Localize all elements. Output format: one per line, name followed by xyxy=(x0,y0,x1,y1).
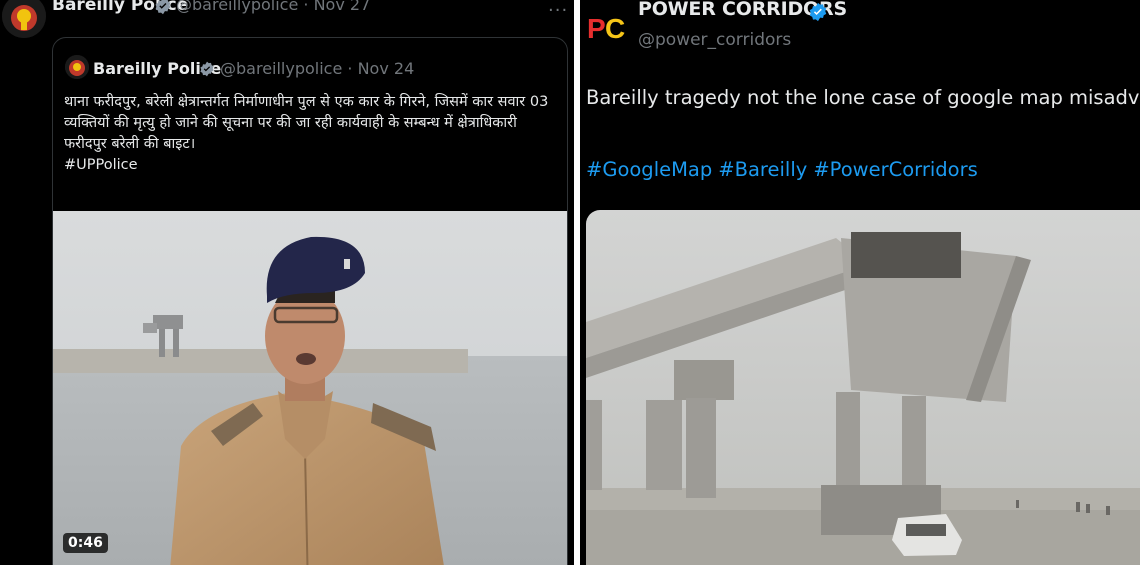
tweet-text: Bareilly tragedy not the lone case of go… xyxy=(586,86,1140,109)
quoted-tweet-card[interactable]: Bareilly Police @bareillypolice · Nov 24… xyxy=(52,37,568,565)
verified-badge-icon xyxy=(154,0,172,15)
author-handle-and-date[interactable]: @bareillypolice · Nov 27 xyxy=(176,0,370,14)
tweet-date: · Nov 27 xyxy=(303,0,371,14)
logo-letter-c: C xyxy=(605,13,625,44)
bareilly-police-avatar[interactable] xyxy=(2,0,46,38)
verified-badge-icon xyxy=(808,2,828,22)
video-player[interactable]: 0:46 xyxy=(53,211,567,565)
quoted-tweet-hashtag[interactable]: #UPPolice xyxy=(64,155,560,176)
hashtag-googlemap[interactable]: #GoogleMap xyxy=(586,158,712,181)
tweet-image-broken-bridge[interactable] xyxy=(586,210,1140,565)
power-corridors-tweet: P C POWER CORRIDORS @power_corridors Bar… xyxy=(580,0,1140,565)
hashtag-powercorridors[interactable]: #PowerCorridors xyxy=(813,158,977,181)
bareilly-police-tweet: Bareilly Police @bareillypolice · Nov 27… xyxy=(0,0,574,565)
quoted-tweet-date: · Nov 24 xyxy=(347,59,415,78)
broken-bridge-photo xyxy=(586,210,1140,565)
quoted-author-avatar[interactable] xyxy=(65,55,89,79)
hashtag-bareilly[interactable]: #Bareilly xyxy=(718,158,807,181)
more-options-icon[interactable]: ··· xyxy=(548,0,568,21)
tweet-hashtags: #GoogleMap #Bareilly #PowerCorridors xyxy=(586,158,984,181)
quoted-tweet-text: थाना फरीदपुर, बरेली क्षेत्रान्तर्गत निर्… xyxy=(64,92,560,176)
power-corridors-logo[interactable]: P C xyxy=(586,6,628,48)
author-handle[interactable]: @power_corridors xyxy=(638,30,791,50)
logo-letter-p: P xyxy=(587,13,606,44)
quoted-author-handle: @bareillypolice xyxy=(220,59,343,78)
quoted-author-handle-and-date[interactable]: @bareillypolice · Nov 24 xyxy=(220,59,414,78)
verified-badge-icon xyxy=(199,61,215,77)
video-thumbnail-officer-by-river xyxy=(53,211,567,565)
quoted-tweet-body: थाना फरीदपुर, बरेली क्षेत्रान्तर्गत निर्… xyxy=(64,94,549,152)
author-handle: @bareillypolice xyxy=(176,0,299,14)
video-duration-badge: 0:46 xyxy=(63,533,108,553)
